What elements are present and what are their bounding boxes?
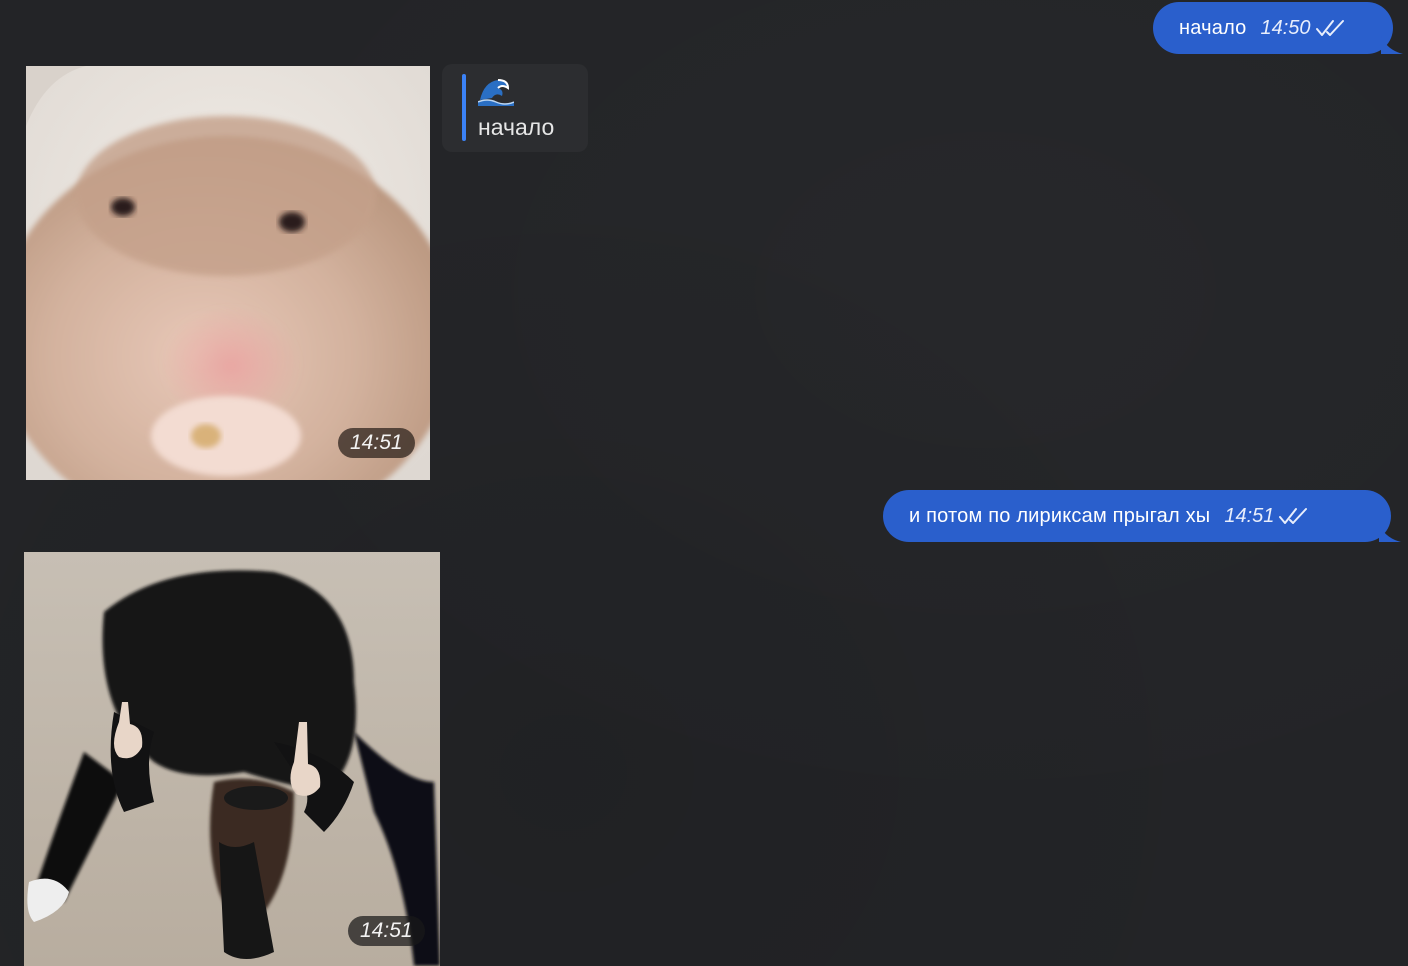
chat-area: начало 14:50 14:51 начало и потом по лир… (0, 0, 1408, 966)
message-text: начало (1179, 16, 1247, 39)
message-time: 14:50 (1260, 16, 1311, 39)
person-photo (24, 552, 440, 966)
quote-accent-bar (462, 74, 466, 141)
outgoing-message[interactable]: и потом по лириксам прыгал хы 14:51 (883, 490, 1391, 542)
outgoing-message[interactable]: начало 14:50 (1153, 2, 1393, 54)
hamster-photo (26, 66, 430, 480)
photo-time: 14:51 (338, 428, 415, 458)
message-time: 14:51 (1224, 504, 1275, 527)
photo-time: 14:51 (348, 916, 425, 946)
bubble-tail (1381, 36, 1403, 54)
photo-message[interactable]: 14:51 (26, 66, 430, 480)
double-check-icon (1279, 508, 1308, 524)
wave-emoji-icon (478, 79, 514, 106)
message-text: начало (478, 114, 555, 140)
incoming-message[interactable]: начало (442, 64, 588, 152)
bubble-tail (1379, 524, 1401, 542)
photo-message[interactable]: 14:51 (24, 552, 440, 966)
double-check-icon (1315, 20, 1344, 36)
message-text: и потом по лириксам прыгал хы (909, 504, 1211, 527)
